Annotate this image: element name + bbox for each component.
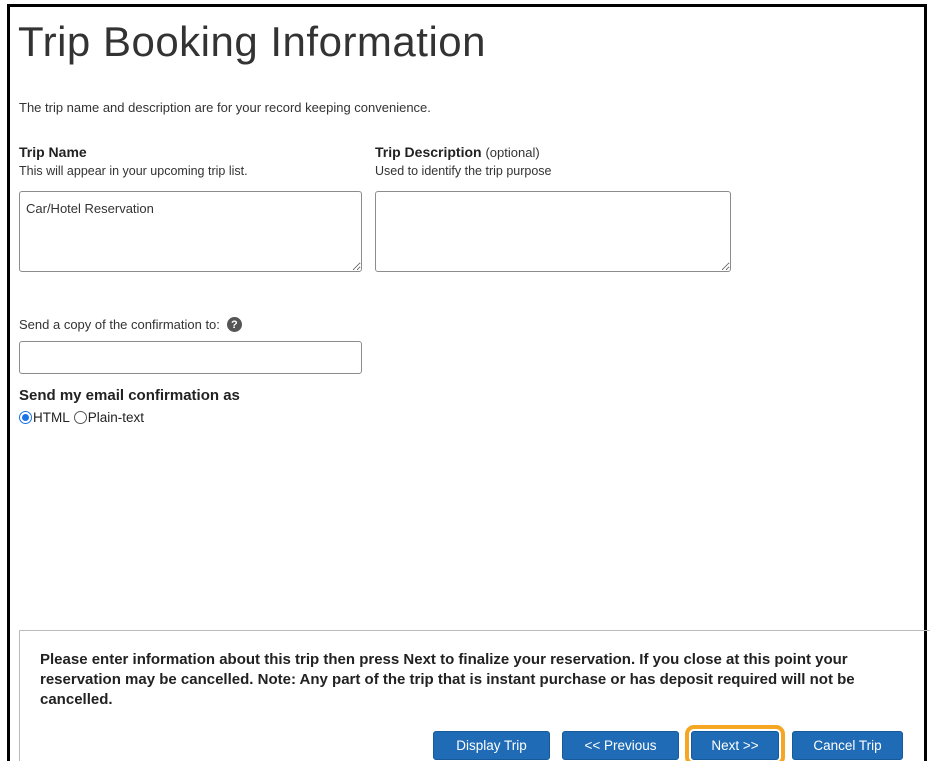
cancel-trip-button[interactable]: Cancel Trip: [792, 731, 903, 760]
confirmation-copy-label: Send a copy of the confirmation to:: [19, 317, 220, 332]
confirmation-email-input[interactable]: [19, 341, 362, 374]
page-title: Trip Booking Information: [18, 18, 486, 65]
trip-description-label-text: Trip Description: [375, 144, 482, 160]
trip-name-label: Trip Name: [19, 144, 87, 160]
html-radio[interactable]: [19, 411, 32, 424]
confirmation-copy-label-row: Send a copy of the confirmation to: ?: [19, 317, 242, 332]
html-radio-label[interactable]: HTML: [33, 410, 70, 425]
optional-tag: (optional): [485, 145, 540, 160]
next-button[interactable]: Next >>: [685, 725, 785, 761]
intro-text: The trip name and description are for yo…: [19, 100, 431, 115]
trip-name-hint: This will appear in your upcoming trip l…: [19, 164, 248, 178]
display-trip-button[interactable]: Display Trip: [433, 731, 550, 760]
plain-text-radio[interactable]: [73, 411, 87, 424]
question-circle-icon[interactable]: ?: [226, 317, 242, 332]
previous-button[interactable]: << Previous: [562, 731, 679, 760]
plain-text-radio-label[interactable]: Plain-text: [88, 410, 144, 425]
trip-description-hint: Used to identify the trip purpose: [375, 164, 552, 178]
email-format-options: HTML Plain-text: [19, 410, 148, 425]
footer-message: Please enter information about this trip…: [40, 651, 855, 708]
trip-description-label: Trip Description (optional): [375, 144, 540, 160]
email-format-label: Send my email confirmation as: [19, 387, 240, 404]
trip-name-input[interactable]: Car/Hotel Reservation: [19, 191, 362, 272]
trip-description-input[interactable]: [375, 191, 731, 272]
